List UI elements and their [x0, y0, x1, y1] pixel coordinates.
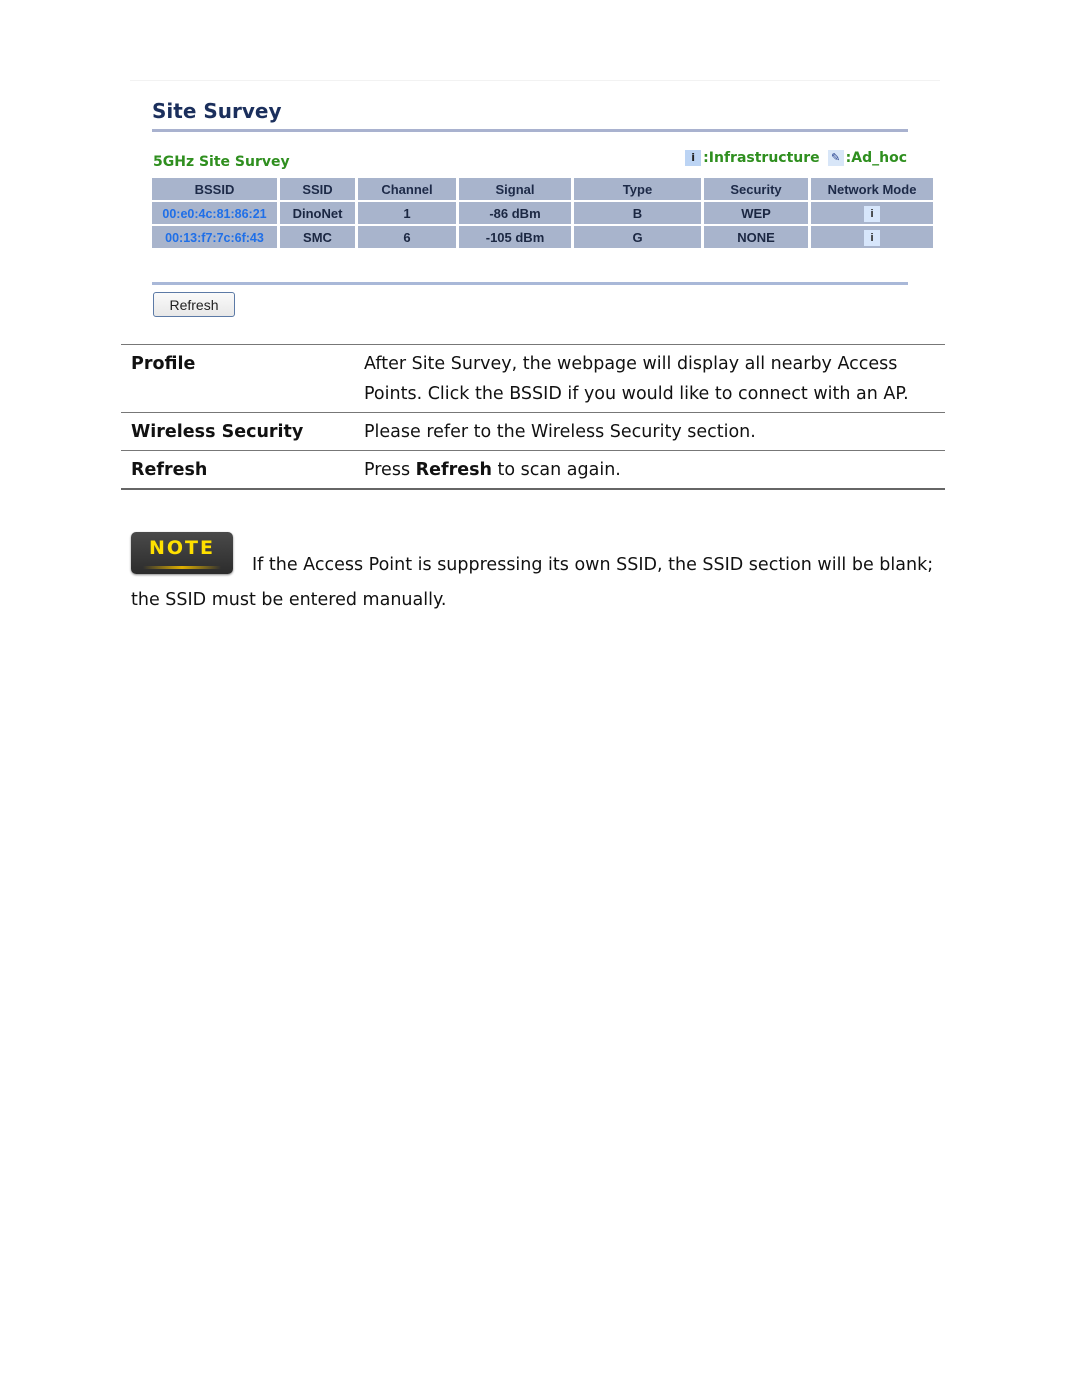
- description-text: Press: [364, 460, 416, 480]
- legend-adhoc-label: :Ad_hoc: [845, 150, 907, 166]
- table-divider: [152, 282, 908, 285]
- refresh-button[interactable]: Refresh: [153, 292, 235, 317]
- table-header-row: BSSID SSID Channel Signal Type Security …: [152, 178, 933, 200]
- description-key: Refresh: [131, 460, 208, 480]
- network-mode-cell: i: [811, 202, 933, 224]
- note-badge-icon: NOTE: [131, 532, 233, 574]
- security-cell: WEP: [704, 202, 808, 224]
- network-mode-cell: i: [811, 226, 933, 248]
- note-badge-label: NOTE: [149, 537, 215, 559]
- description-table: Profile After Site Survey, the webpage w…: [121, 344, 945, 490]
- col-security: Security: [704, 178, 808, 200]
- col-ssid: SSID: [280, 178, 355, 200]
- description-bold-text: Refresh: [415, 460, 492, 480]
- description-text: to scan again.: [491, 460, 621, 480]
- mode-legend: i :Infrastructure ✎ :Ad_hoc: [685, 150, 907, 166]
- description-row: Profile After Site Survey, the webpage w…: [121, 344, 945, 413]
- note-badge-glow: [143, 566, 221, 569]
- legend-infrastructure-label: :Infrastructure: [703, 150, 820, 166]
- ssid-cell: SMC: [280, 226, 355, 248]
- signal-cell: -105 dBm: [459, 226, 571, 248]
- signal-cell: -86 dBm: [459, 202, 571, 224]
- col-type: Type: [574, 178, 701, 200]
- section-subtitle: 5GHz Site Survey: [153, 154, 290, 170]
- note-text-line1: If the Access Point is suppressing its o…: [252, 555, 934, 575]
- ssid-cell: DinoNet: [280, 202, 355, 224]
- site-survey-screenshot: Site Survey 5GHz Site Survey i :Infrastr…: [130, 80, 940, 331]
- bssid-link[interactable]: 00:e0:4c:81:86:21: [162, 207, 266, 221]
- table-row: 00:13:f7:7c:6f:43 SMC 6 -105 dBm G NONE …: [152, 226, 933, 248]
- description-value: Please refer to the Wireless Security se…: [364, 422, 756, 442]
- title-divider: [152, 129, 908, 132]
- infrastructure-icon: i: [864, 229, 880, 246]
- survey-table: BSSID SSID Channel Signal Type Security …: [149, 176, 936, 250]
- infrastructure-icon: i: [685, 150, 702, 166]
- adhoc-icon: ✎: [827, 150, 844, 166]
- description-row: Wireless Security Please refer to the Wi…: [121, 412, 945, 451]
- security-cell: NONE: [704, 226, 808, 248]
- description-value: After Site Survey, the webpage will disp…: [364, 354, 909, 404]
- col-bssid: BSSID: [152, 178, 277, 200]
- description-row: Refresh Press Refresh to scan again.: [121, 450, 945, 490]
- bssid-link[interactable]: 00:13:f7:7c:6f:43: [165, 231, 264, 245]
- col-channel: Channel: [358, 178, 456, 200]
- page-title: Site Survey: [152, 99, 282, 123]
- infrastructure-icon: i: [864, 205, 880, 222]
- description-key: Profile: [131, 354, 196, 374]
- col-network-mode: Network Mode: [811, 178, 933, 200]
- channel-cell: 6: [358, 226, 456, 248]
- table-row: 00:e0:4c:81:86:21 DinoNet 1 -86 dBm B WE…: [152, 202, 933, 224]
- type-cell: B: [574, 202, 701, 224]
- channel-cell: 1: [358, 202, 456, 224]
- description-value: Press Refresh to scan again.: [354, 451, 945, 490]
- note-text-line2: the SSID must be entered manually.: [131, 590, 447, 610]
- col-signal: Signal: [459, 178, 571, 200]
- type-cell: G: [574, 226, 701, 248]
- description-key: Wireless Security: [131, 422, 304, 442]
